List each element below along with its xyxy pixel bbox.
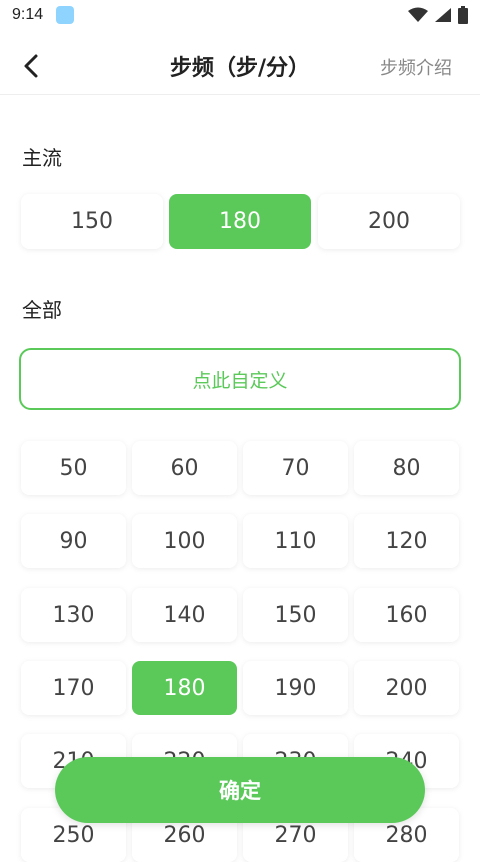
cadence-option[interactable]: 200 (354, 661, 459, 715)
cadence-intro-link[interactable]: 步频介绍 (380, 54, 452, 80)
cadence-option[interactable]: 80 (354, 441, 459, 495)
cadence-option[interactable]: 160 (354, 588, 459, 642)
wifi-icon (408, 7, 428, 23)
cadence-option[interactable]: 120 (354, 514, 459, 568)
mainstream-option[interactable]: 150 (21, 194, 163, 249)
cadence-option[interactable]: 150 (243, 588, 348, 642)
cadence-option[interactable]: 90 (21, 514, 126, 568)
cadence-option[interactable]: 130 (21, 588, 126, 642)
status-icons (408, 6, 468, 24)
mainstream-label: 主流 (22, 146, 62, 170)
mainstream-option[interactable]: 200 (318, 194, 460, 249)
app-notification-icon (56, 6, 74, 24)
status-bar: 9:14 (0, 0, 480, 34)
confirm-button[interactable]: 确定 (55, 757, 425, 823)
cadence-option[interactable]: 50 (21, 441, 126, 495)
cadence-option[interactable]: 60 (132, 441, 237, 495)
cadence-option[interactable]: 140 (132, 588, 237, 642)
cadence-option[interactable]: 180 (132, 661, 237, 715)
header-divider (0, 94, 480, 95)
cadence-option[interactable]: 70 (243, 441, 348, 495)
cadence-option[interactable]: 170 (21, 661, 126, 715)
status-time: 9:14 (12, 6, 44, 23)
cadence-option[interactable]: 100 (132, 514, 237, 568)
cadence-option[interactable]: 110 (243, 514, 348, 568)
battery-icon (458, 6, 468, 24)
app-bar: 步频（步/分） 步频介绍 (0, 34, 480, 94)
all-label: 全部 (22, 298, 62, 322)
signal-icon (434, 7, 452, 23)
mainstream-option[interactable]: 180 (169, 194, 311, 249)
custom-cadence-button[interactable]: 点此自定义 (19, 348, 461, 410)
cadence-option[interactable]: 190 (243, 661, 348, 715)
